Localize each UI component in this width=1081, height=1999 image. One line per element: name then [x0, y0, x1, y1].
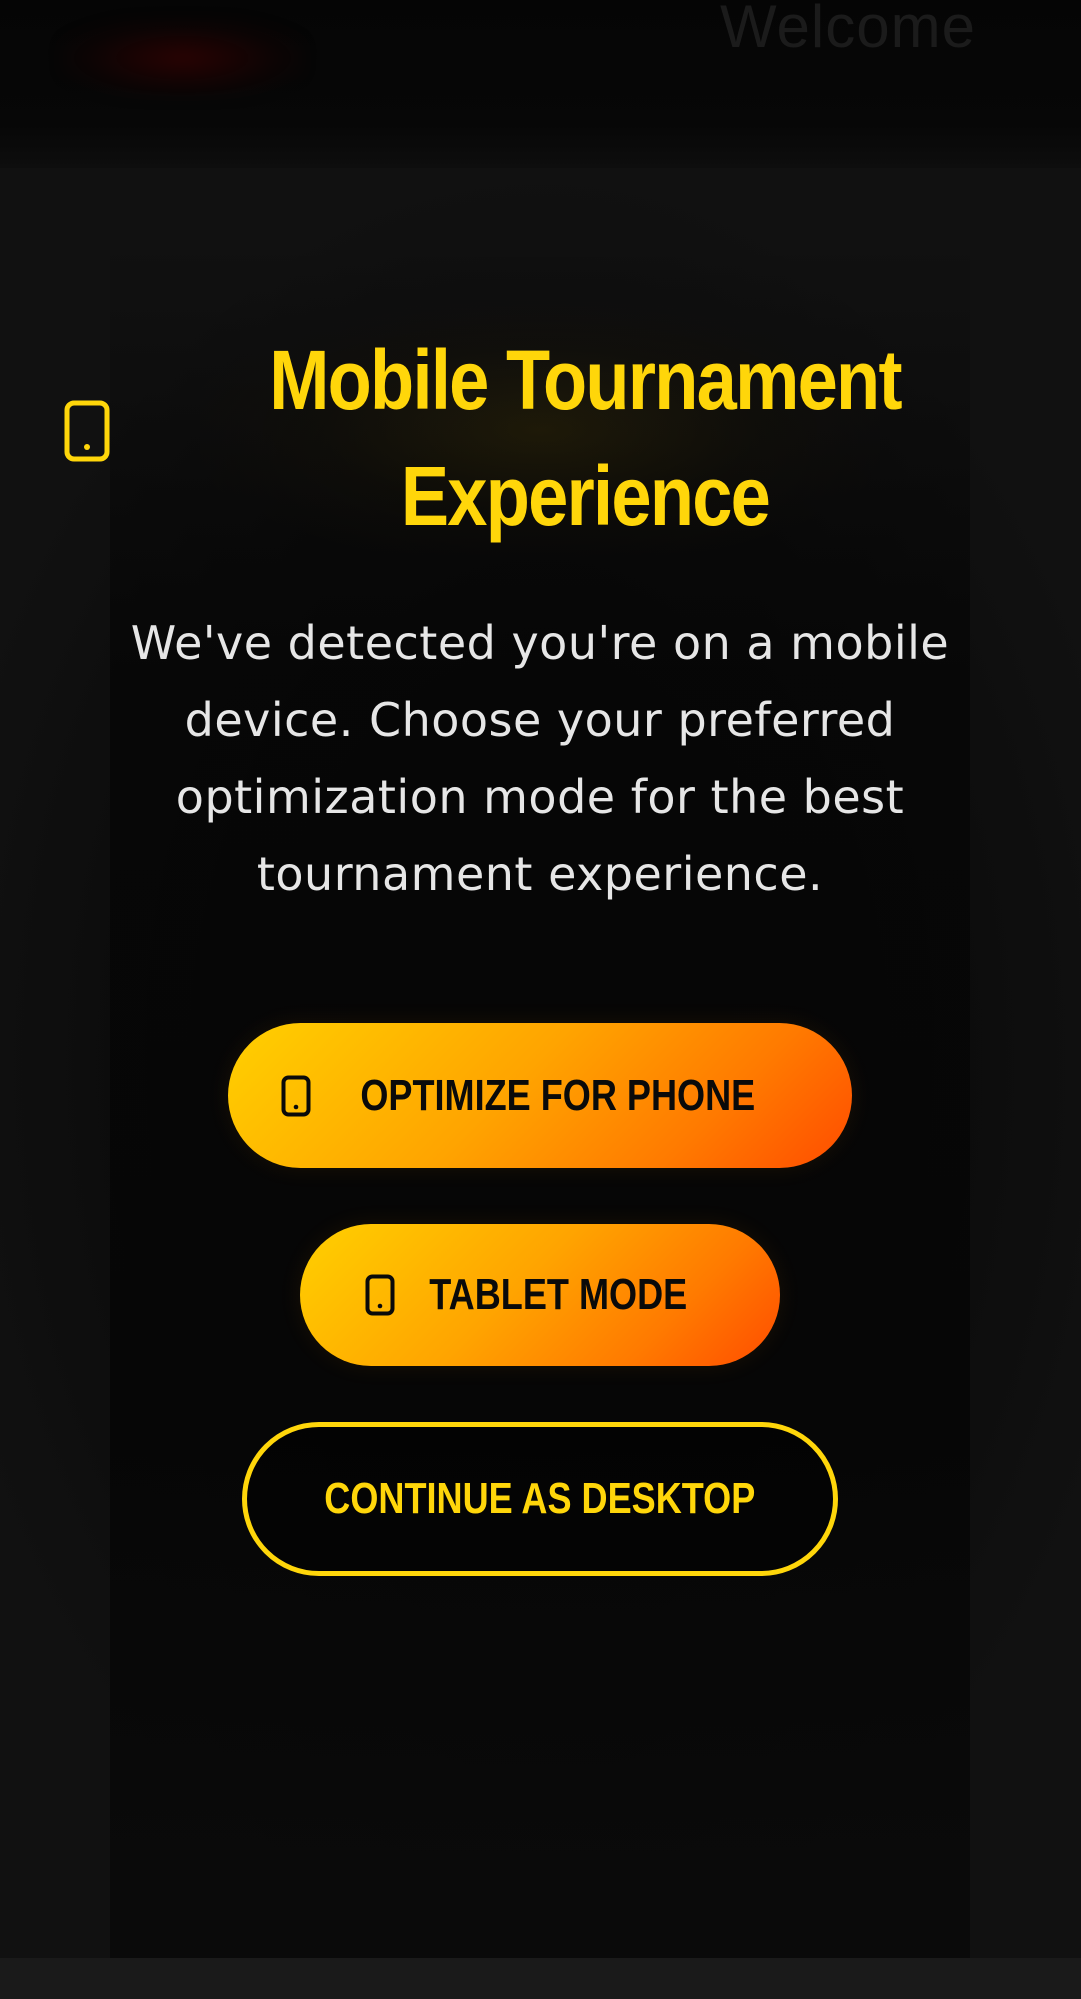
- phone-button-label: OPTIMIZE FOR PHONE: [360, 1070, 756, 1120]
- tablet-icon: [365, 1274, 395, 1316]
- welcome-text: Welcome: [720, 0, 976, 60]
- modal-title: Mobile Tournament Experience: [269, 333, 902, 543]
- optimize-for-phone-button[interactable]: OPTIMIZE FOR PHONE: [228, 1023, 852, 1168]
- logo: [60, 18, 305, 98]
- tablet-button-content: TABLET MODE: [365, 1270, 716, 1320]
- phone-icon: [281, 1075, 311, 1116]
- tablet-button-label: TABLET MODE: [429, 1270, 687, 1319]
- desktop-button-label: CONTINUE AS DESKTOP: [324, 1474, 756, 1523]
- tablet-mode-button[interactable]: TABLET MODE: [300, 1224, 780, 1366]
- bottom-edge: [0, 1958, 1081, 1999]
- tablet-icon: [64, 400, 110, 462]
- continue-as-desktop-button[interactable]: CONTINUE AS DESKTOP: [242, 1422, 838, 1576]
- top-header-bar: Welcome: [0, 0, 1081, 168]
- modal-description: We've detected you're on a mobile device…: [130, 616, 950, 901]
- phone-button-content: OPTIMIZE FOR PHONE: [281, 1071, 799, 1121]
